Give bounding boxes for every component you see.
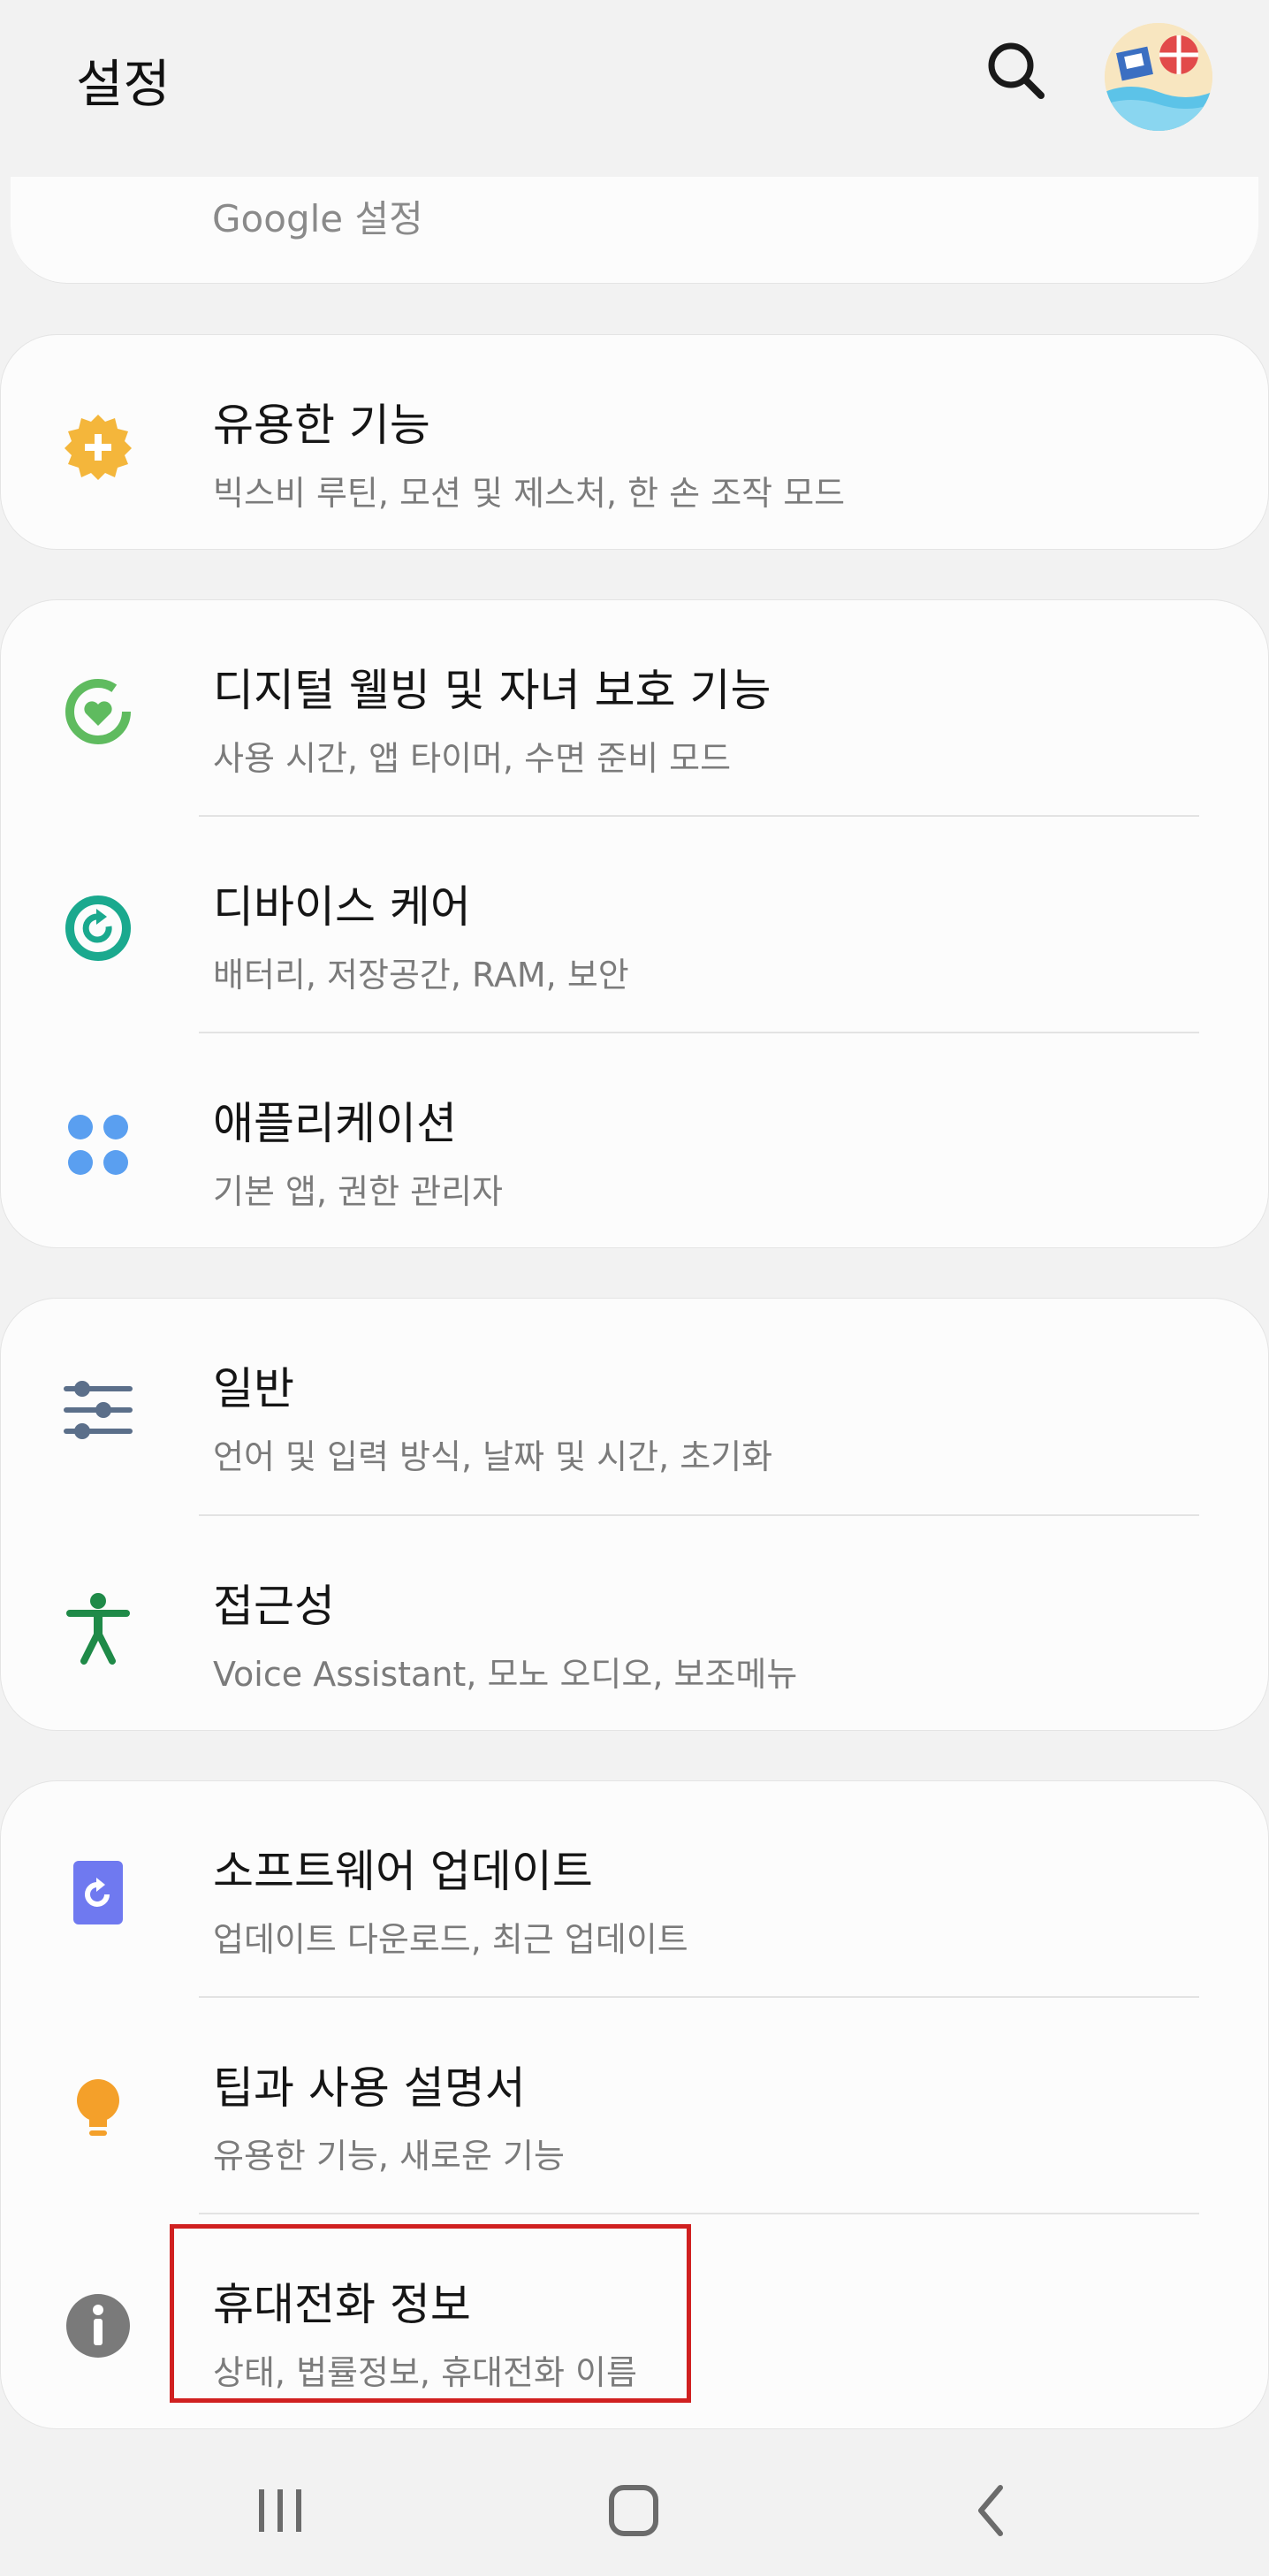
item-title: 소프트웨어 업데이트 [213, 1846, 593, 1897]
settings-item-applications[interactable]: 애플리케이션 기본 앱, 권한 관리자 [1, 1033, 1269, 1249]
item-subtitle: 유용한 기능, 새로운 기능 [213, 2137, 565, 2176]
item-title: 디바이스 케어 [213, 881, 471, 933]
settings-item-tips[interactable]: 팁과 사용 설명서 유용한 기능, 새로운 기능 [1, 1998, 1269, 2214]
recents-button[interactable] [232, 2466, 329, 2555]
page-title: 설정 [76, 54, 171, 114]
card-general: 일반 언어 및 입력 방식, 날짜 및 시간, 초기화 접근성 Voice As… [0, 1298, 1269, 1731]
settings-item-general[interactable]: 일반 언어 및 입력 방식, 날짜 및 시간, 초기화 [1, 1299, 1269, 1514]
heart-circle-icon [61, 674, 135, 749]
settings-item-device-care[interactable]: 디바이스 케어 배터리, 저장공간, RAM, 보안 [1, 817, 1269, 1033]
google-settings-label: Google 설정 [212, 197, 423, 240]
sliders-icon [61, 1373, 135, 1447]
item-subtitle: 언어 및 입력 방식, 날짜 및 시간, 초기화 [213, 1437, 773, 1476]
lightbulb-icon [61, 2072, 135, 2146]
item-subtitle: 기본 앱, 권한 관리자 [213, 1172, 503, 1211]
home-icon [609, 2485, 658, 2536]
item-subtitle: 배터리, 저장공간, RAM, 보안 [213, 956, 629, 995]
top-bar: 설정 [0, 0, 1269, 168]
recents-icon [259, 2489, 301, 2532]
card-wellbeing: 디지털 웰빙 및 자녀 보호 기능 사용 시간, 앱 타이머, 수면 준비 모드… [0, 599, 1269, 1248]
settings-item-accessibility[interactable]: 접근성 Voice Assistant, 모노 오디오, 보조메뉴 [1, 1516, 1269, 1732]
highlight-box [170, 2224, 691, 2403]
item-title: 디지털 웰빙 및 자녀 보호 기능 [213, 665, 771, 716]
back-icon [978, 2485, 1003, 2536]
navigation-bar [0, 2440, 1269, 2576]
item-subtitle: 빅스비 루틴, 모션 및 제스처, 한 손 조작 모드 [213, 474, 846, 513]
search-icon [988, 42, 1045, 99]
update-icon [61, 1856, 135, 1930]
item-subtitle: 업데이트 다운로드, 최근 업데이트 [213, 1920, 688, 1959]
home-button[interactable] [585, 2466, 682, 2555]
item-subtitle: Voice Assistant, 모노 오디오, 보조메뉴 [213, 1655, 798, 1694]
card-useful: 유용한 기능 빅스비 루틴, 모션 및 제스처, 한 손 조작 모드 [0, 334, 1269, 550]
settings-item-useful[interactable]: 유용한 기능 빅스비 루틴, 모션 및 제스처, 한 손 조작 모드 [1, 335, 1269, 551]
item-title: 팁과 사용 설명서 [213, 2062, 526, 2114]
item-subtitle: 사용 시간, 앱 타이머, 수면 준비 모드 [213, 739, 732, 778]
back-button[interactable] [942, 2466, 1039, 2555]
avatar-beach-icon [1105, 23, 1212, 131]
four-dots-icon [61, 1108, 135, 1182]
settings-item-software-update[interactable]: 소프트웨어 업데이트 업데이트 다운로드, 최근 업데이트 [1, 1781, 1269, 1997]
search-button[interactable] [981, 35, 1052, 106]
profile-avatar[interactable] [1105, 23, 1212, 131]
item-title: 유용한 기능 [213, 400, 430, 451]
item-title: 일반 [213, 1363, 294, 1414]
settings-item-digital-wellbeing[interactable]: 디지털 웰빙 및 자녀 보호 기능 사용 시간, 앱 타이머, 수면 준비 모드 [1, 600, 1269, 816]
info-icon [61, 2289, 135, 2363]
refresh-circle-icon [61, 891, 135, 965]
item-title: 애플리케이션 [213, 1098, 457, 1149]
person-icon [61, 1590, 135, 1665]
gear-plus-icon [61, 409, 135, 484]
google-settings-row[interactable]: Google 설정 [11, 177, 1258, 284]
item-title: 접근성 [213, 1581, 335, 1632]
